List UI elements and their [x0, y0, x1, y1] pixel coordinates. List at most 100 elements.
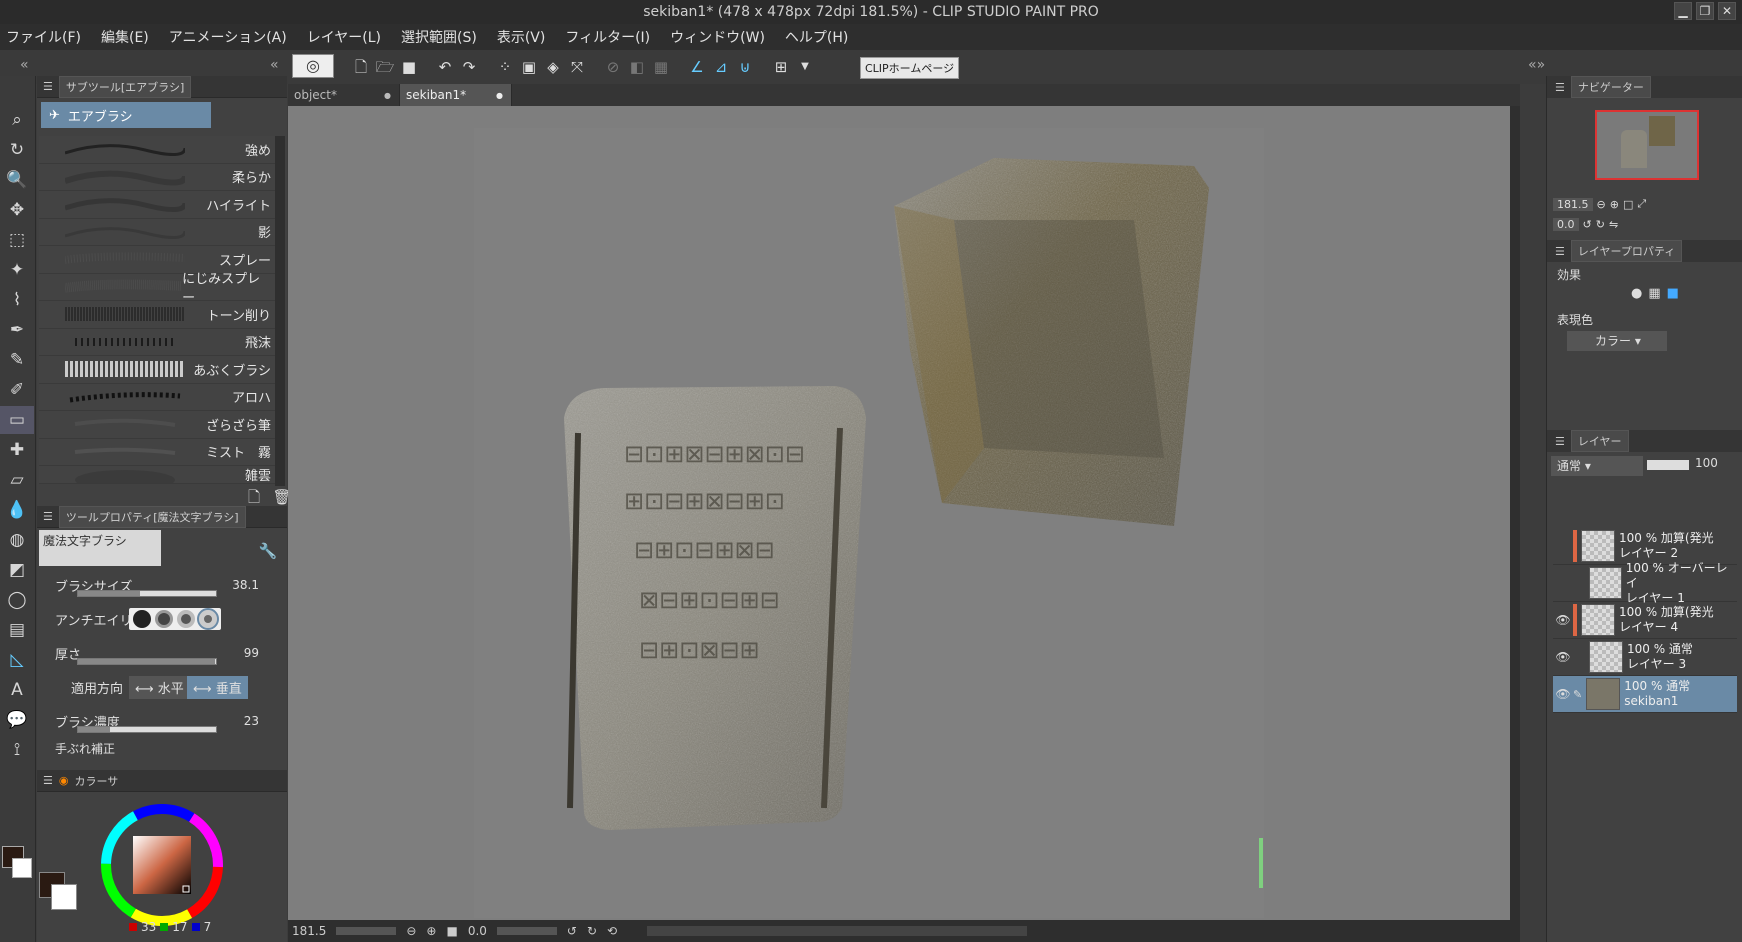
transform-icon[interactable]: ⤧ [566, 56, 588, 78]
canvas-horizontal-scrollbar[interactable] [647, 926, 1028, 936]
magic-wand-icon[interactable]: ✦ [0, 256, 34, 284]
direction-vertical-button[interactable]: ⟷ 垂直 [187, 675, 248, 699]
actual-size-icon[interactable]: □ [1623, 198, 1633, 211]
tone-effect-icon[interactable]: ▦ [1648, 286, 1660, 301]
navigator-preview[interactable] [1595, 110, 1699, 180]
eyedropper-icon[interactable]: ⌇ [0, 286, 34, 314]
brush-item[interactable]: 雑雲 [39, 466, 275, 484]
express-color-select[interactable]: カラー ▾ [1567, 331, 1667, 351]
navigator-rotation-value[interactable]: 0.0 [1553, 217, 1579, 231]
rotate-left-icon[interactable]: ↺ [1583, 218, 1592, 231]
fit-window-icon[interactable]: ⤢ [1637, 197, 1646, 211]
reset-rotation-icon[interactable]: ⟲ [607, 924, 617, 938]
brush-icon[interactable]: ✐ [0, 376, 34, 404]
brush-size-slider[interactable] [77, 590, 217, 597]
fill-tool-icon[interactable]: ◍ [0, 526, 34, 554]
snap-ruler-icon[interactable]: ∠ [686, 56, 708, 78]
zoom-slider[interactable] [336, 927, 397, 935]
thickness-value[interactable]: 99 [244, 646, 259, 660]
brush-item[interactable]: ハイライト [39, 191, 275, 219]
invert-selection-icon[interactable]: ◧ [626, 56, 648, 78]
menu-icon[interactable]: ☰ [1555, 435, 1565, 448]
zoom-out-icon[interactable]: ⊖ [406, 924, 416, 938]
wrench-icon[interactable]: 🔧 [257, 540, 279, 562]
deselect-icon[interactable]: ⊘ [602, 56, 624, 78]
menu-layer[interactable]: レイヤー(L) [307, 27, 381, 47]
canvas-paper[interactable]: ⊟⊡⊞⊠⊟⊞⊠⊡⊟ ⊞⊡⊟⊞⊠⊟⊞⊡ ⊟⊞⊡⊟⊞⊠⊟ ⊠⊟⊞⊡⊟⊞⊟ ⊟⊞⊡⊠⊟… [474, 128, 1264, 918]
layer-row[interactable]: 100 % オーバーレイ レイヤー 1 [1553, 561, 1737, 605]
chevron-down-icon[interactable]: ▼ [794, 56, 816, 78]
zoom-tool-icon[interactable]: ⌕ [0, 106, 34, 134]
menu-edit[interactable]: 編集(E) [101, 27, 149, 47]
antialias-weak-icon[interactable] [155, 610, 173, 628]
brush-item[interactable]: にじみスプレー [39, 272, 275, 306]
navigator-tab[interactable]: ナビゲーター [1570, 76, 1651, 98]
sub-color-chip[interactable] [51, 884, 77, 910]
menu-selection[interactable]: 選択範囲(S) [401, 27, 477, 47]
menu-file[interactable]: ファイル(F) [6, 27, 81, 47]
color-wheel[interactable] [97, 800, 227, 930]
brush-item[interactable]: 強め [39, 136, 275, 164]
doc-tab-object[interactable]: object* ● [288, 84, 400, 106]
layer-color-icon[interactable]: ■ [1667, 286, 1679, 301]
menu-help[interactable]: ヘルプ(H) [785, 27, 848, 47]
menu-filter[interactable]: フィルター(I) [565, 27, 650, 47]
menu-window[interactable]: ウィンドウ(W) [670, 27, 765, 47]
antialias-strong-icon[interactable] [197, 608, 219, 630]
clip-studio-icon[interactable]: ◎ [292, 54, 334, 78]
airbrush-icon[interactable]: ▭ [0, 406, 34, 434]
color-tab[interactable]: カラーサ [74, 773, 118, 789]
menu-icon[interactable]: ☰ [43, 510, 53, 523]
brush-item[interactable]: ミスト 霧 [39, 438, 275, 466]
tool-property-tab[interactable]: ツールプロパティ[魔法文字ブラシ] [58, 505, 246, 528]
ruler-icon[interactable]: ◺ [0, 646, 34, 674]
maximize-button[interactable]: ❐ [1696, 2, 1714, 20]
brush-item[interactable]: 柔らか [39, 163, 275, 191]
layer-property-tab[interactable]: レイヤープロパティ [1570, 240, 1683, 262]
direction-horizontal-button[interactable]: ⟷ 水平 [129, 675, 190, 699]
menu-icon[interactable]: ☰ [1555, 245, 1565, 258]
zoom-in-icon[interactable]: ⊕ [1610, 198, 1619, 211]
antialias-none-icon[interactable] [133, 610, 151, 628]
new-file-icon[interactable]: 🗋 [350, 56, 372, 78]
antialias-medium-icon[interactable] [177, 610, 195, 628]
layer-tab[interactable]: レイヤー [1570, 430, 1629, 452]
layer-row[interactable]: 👁 100 % 加算(発光 レイヤー 4 [1553, 602, 1737, 639]
blend-icon[interactable]: 💧 [0, 496, 34, 524]
rotate-right-icon[interactable]: ↻ [587, 924, 597, 938]
layer-row[interactable]: 👁 100 % 通常 レイヤー 3 [1553, 639, 1737, 676]
layer-row-selected[interactable]: 👁 ✎ 100 % 通常 sekiban1 [1553, 676, 1737, 713]
menu-icon[interactable]: ☰ [43, 774, 53, 787]
color-wheel-icon[interactable]: ◉ [59, 774, 69, 787]
brush-size-value[interactable]: 38.1 [232, 578, 259, 592]
density-value[interactable]: 23 [244, 714, 259, 728]
save-icon[interactable]: ■ [398, 56, 420, 78]
close-tab-icon[interactable]: ● [496, 91, 503, 100]
flip-icon[interactable]: ⇋ [1609, 218, 1618, 231]
brush-item[interactable]: ざらざら筆 [39, 411, 275, 439]
close-button[interactable]: ✕ [1718, 2, 1736, 20]
minimize-button[interactable]: ▁ [1674, 2, 1692, 20]
expand-right-icon[interactable]: «» [1528, 57, 1545, 73]
status-zoom-value[interactable]: 181.5 [292, 924, 326, 938]
navigator-zoom-value[interactable]: 181.5 [1553, 197, 1593, 211]
decoration-icon[interactable]: ✚ [0, 436, 34, 464]
rotate-tool-icon[interactable]: ↻ [0, 136, 34, 164]
bucket-icon[interactable]: ◈ [542, 56, 564, 78]
snap-grid-icon[interactable]: ⊍ [734, 56, 756, 78]
eraser-icon[interactable]: ▱ [0, 466, 34, 494]
eye-icon[interactable]: 👁 [1553, 613, 1573, 627]
zoom-out-icon[interactable]: ⊖ [1597, 198, 1606, 211]
fill-icon[interactable]: ▣ [518, 56, 540, 78]
search-tool-icon[interactable]: 🔍 [0, 166, 34, 194]
pencil-icon[interactable]: ✎ [0, 346, 34, 374]
screen-icon[interactable]: ⊞ [770, 56, 792, 78]
menu-icon[interactable]: ☰ [1555, 81, 1565, 94]
fit-icon[interactable]: ■ [446, 924, 457, 938]
text-icon[interactable]: A [0, 676, 34, 704]
subtool-group-airbrush[interactable]: ✈ エアブラシ [41, 102, 211, 128]
brush-item[interactable]: トーン削り [39, 301, 275, 329]
thickness-slider[interactable] [77, 658, 217, 665]
menu-animation[interactable]: アニメーション(A) [169, 27, 287, 47]
menu-view[interactable]: 表示(V) [497, 27, 546, 47]
